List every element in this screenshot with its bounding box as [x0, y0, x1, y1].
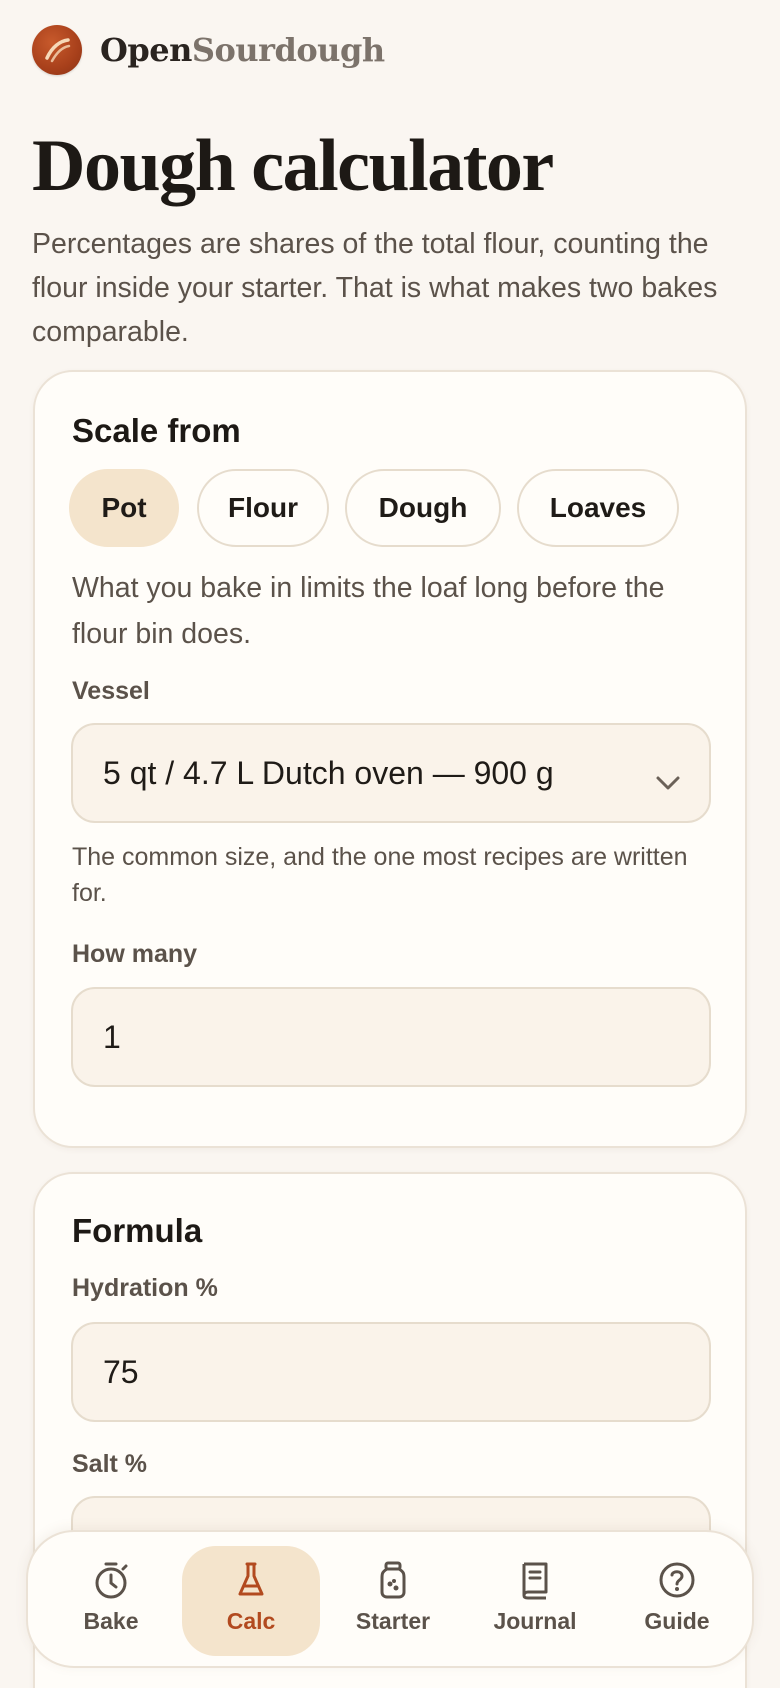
count-input-value: 1 [103, 1018, 121, 1055]
brand-name[interactable]: OpenSourdough [100, 31, 385, 69]
tab-guide[interactable]: Guide [608, 1546, 746, 1656]
scale-option-pot[interactable]: Pot [69, 469, 179, 547]
brand-part-open: Open [100, 31, 192, 69]
scale-card-title: Scale from [72, 412, 241, 449]
tab-bake[interactable]: Bake [42, 1546, 180, 1656]
tab-calc-label: Calc [226, 1608, 276, 1634]
scale-option-flour[interactable]: Flour [197, 469, 329, 547]
vessel-select-value: 5 qt / 4.7 L Dutch oven — 900 g [103, 754, 554, 791]
vessel-label: Vessel [72, 677, 150, 705]
tab-guide-label: Guide [644, 1608, 710, 1634]
formula-card-title: Formula [72, 1212, 203, 1249]
scale-option-dough[interactable]: Dough [345, 469, 501, 547]
salt-label: Salt % [72, 1450, 148, 1478]
timer-icon [95, 1562, 128, 1599]
tab-journal[interactable]: Journal [466, 1546, 604, 1656]
hydration-input-value: 75 [103, 1353, 139, 1390]
vessel-hint: The common size, and the one most recipe… [72, 843, 688, 907]
jar-icon [380, 1561, 406, 1599]
count-input[interactable]: 1 [71, 987, 711, 1087]
help-circle-icon [659, 1562, 695, 1598]
bottom-tab-bar: Bake Calc Starter Journal Guide [26, 1530, 754, 1668]
tab-journal-label: Journal [493, 1608, 577, 1634]
book-icon [522, 1562, 548, 1600]
scale-card: Scale from Pot Flour Dough Loaves What y… [33, 370, 747, 1148]
page-intro: Percentages are shares of the total flou… [32, 228, 718, 348]
count-label: How many [72, 940, 198, 968]
brand-part-sourdough: Sourdough [191, 31, 385, 69]
tab-calc[interactable]: Calc [182, 1546, 320, 1656]
scale-option-loaves[interactable]: Loaves [517, 469, 679, 547]
app-header: OpenSourdough [32, 24, 385, 76]
hydration-label: Hydration % [72, 1274, 218, 1302]
chevron-down-icon [655, 763, 681, 800]
scale-description: What you bake in limits the loaf long be… [72, 572, 665, 650]
vessel-select[interactable]: 5 qt / 4.7 L Dutch oven — 900 g [71, 723, 711, 823]
hydration-input[interactable]: 75 [71, 1322, 711, 1422]
bread-loaf-icon[interactable] [32, 25, 82, 75]
tab-starter[interactable]: Starter [324, 1546, 462, 1656]
page-title: Dough calculator [32, 125, 554, 207]
tab-bake-label: Bake [83, 1608, 139, 1634]
tab-starter-label: Starter [355, 1608, 431, 1634]
flask-icon [238, 1562, 264, 1596]
